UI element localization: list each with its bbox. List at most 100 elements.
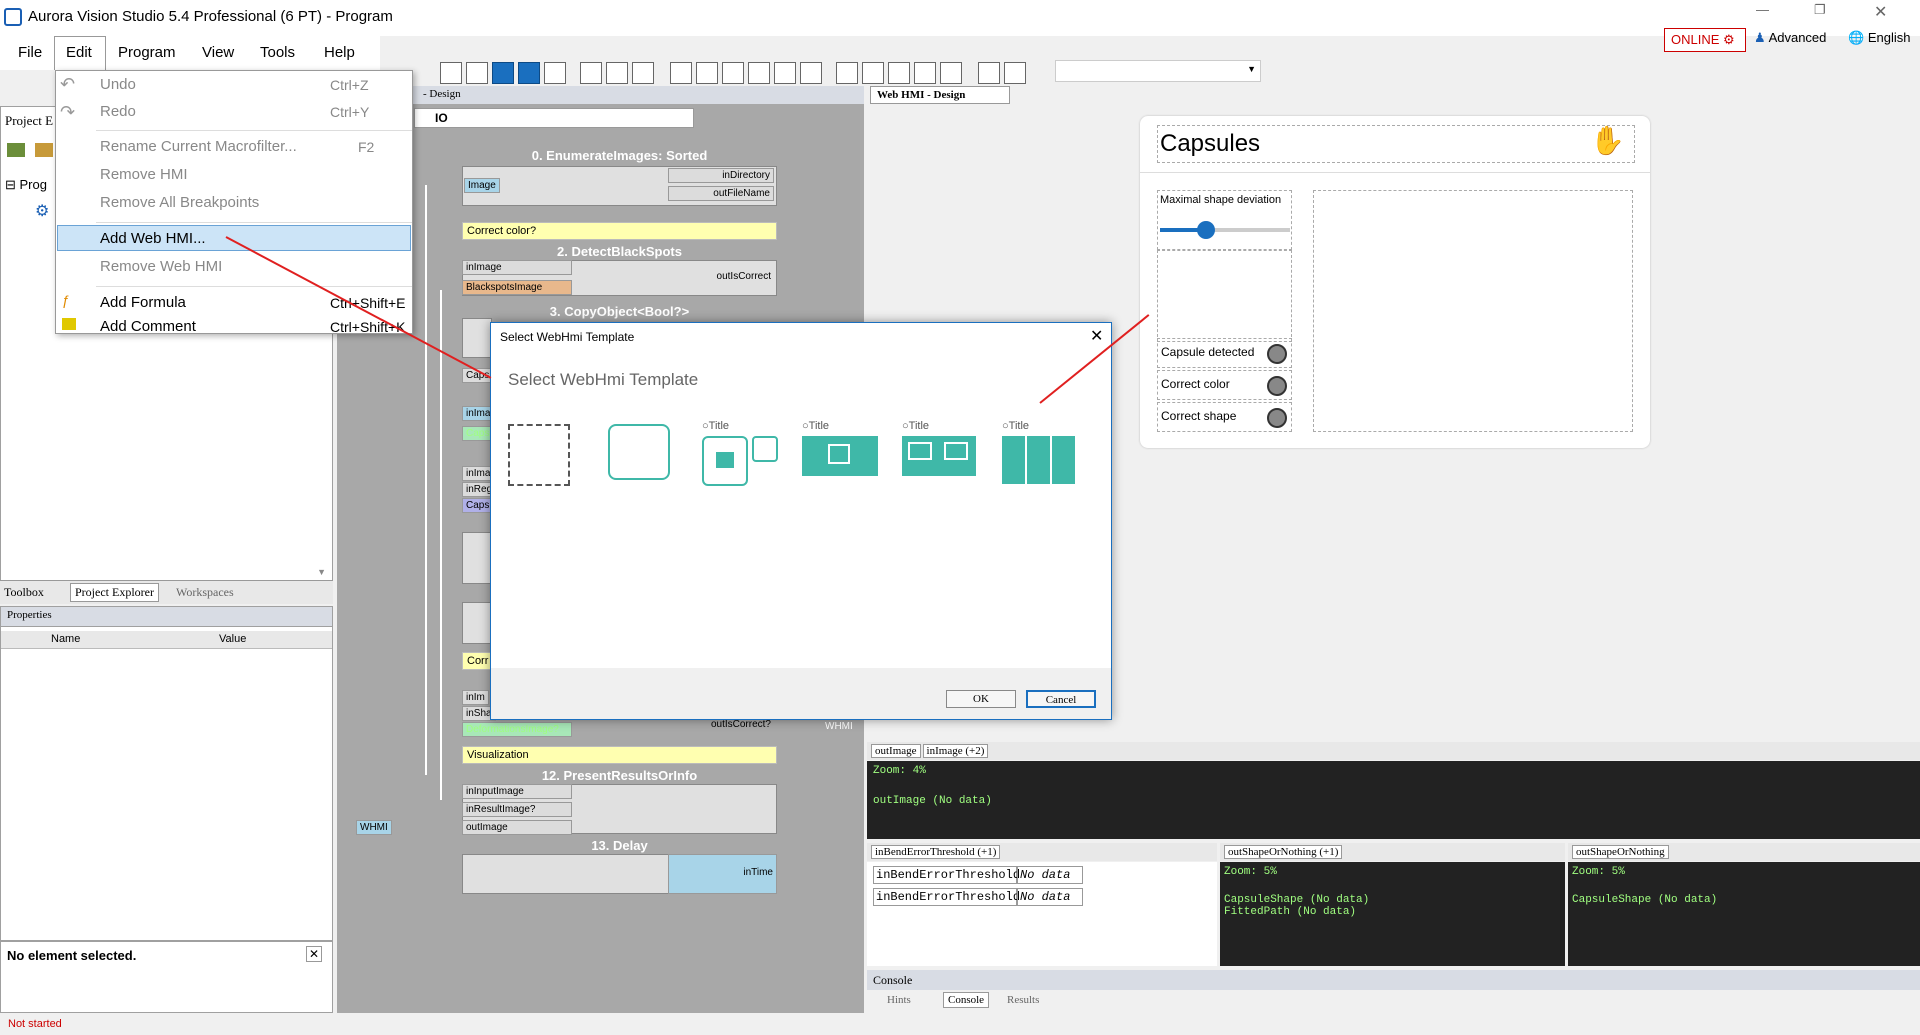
toolbar-combo[interactable]: ▼ — [1055, 60, 1261, 82]
port-outfilename[interactable]: outFileName — [668, 186, 774, 201]
folder-icon[interactable] — [35, 143, 53, 157]
template-small-box[interactable] — [752, 436, 778, 462]
node-y[interactable] — [462, 602, 492, 644]
menu-edit[interactable]: Edit — [66, 44, 92, 61]
template-title-2[interactable]: ○Title — [802, 420, 829, 432]
view2-icon[interactable] — [862, 62, 884, 84]
slider-thumb[interactable] — [1196, 221, 1215, 239]
template-title-3[interactable]: ○Title — [902, 420, 929, 432]
tab-workspaces[interactable]: Workspaces — [176, 585, 234, 600]
viewer1[interactable]: Zoom: 4% outImage (No data) — [867, 761, 1920, 839]
template-title-1[interactable]: ○Title — [702, 420, 729, 432]
step-out-icon[interactable] — [544, 62, 566, 84]
ok-button[interactable]: OK — [946, 690, 1016, 708]
help-icon[interactable] — [1004, 62, 1026, 84]
port-blackspots[interactable]: BlackspotsImage — [462, 280, 572, 295]
port-inimage[interactable]: inImage — [462, 260, 572, 275]
cancel-button[interactable]: Cancel — [1026, 690, 1096, 708]
node-x[interactable] — [462, 532, 492, 584]
tab-outshape1[interactable]: outShapeOrNothing (+1) — [1224, 845, 1343, 859]
comment-corr[interactable]: Corr — [462, 652, 492, 670]
port-whmi2[interactable]: WHMI — [356, 820, 392, 835]
menu-redo[interactable]: Redo — [100, 103, 136, 120]
shape-deviation-slider[interactable] — [1160, 221, 1290, 239]
template-title-4[interactable]: ○Title — [1002, 420, 1029, 432]
layout2-icon[interactable] — [696, 62, 718, 84]
stats-icon[interactable] — [632, 62, 654, 84]
node-2-title[interactable]: 2. DetectBlackSpots — [462, 244, 777, 259]
tab-outshape2[interactable]: outShapeOrNothing — [1572, 845, 1669, 859]
tab-inbend[interactable]: inBendErrorThreshold (+1) — [871, 845, 1001, 859]
mail-icon[interactable] — [978, 62, 1000, 84]
port-image[interactable]: Image — [464, 178, 500, 193]
close-icon[interactable]: ✕ — [1874, 2, 1887, 22]
template-image-title[interactable] — [702, 436, 748, 486]
menu-add-web-hmi[interactable]: Add Web HMI... — [100, 230, 206, 247]
tab-console[interactable]: Console — [943, 992, 990, 1008]
port-outiscorrect[interactable]: outIsCorrect — [668, 270, 774, 283]
tab-outimage[interactable]: outImage — [871, 744, 921, 758]
port-inresultimage[interactable]: inResultImage? — [462, 802, 572, 817]
port-indirectory[interactable]: inDirectory — [668, 168, 774, 183]
layout3-icon[interactable] — [722, 62, 744, 84]
layout6-icon[interactable] — [800, 62, 822, 84]
step-back-icon[interactable] — [440, 62, 462, 84]
node-12-title[interactable]: 12. PresentResultsOrInfo — [462, 768, 777, 783]
template-three-col[interactable] — [802, 436, 878, 476]
comment-correct-color[interactable]: Correct color? — [462, 222, 777, 240]
online-button[interactable]: ONLINE ⚙ — [1664, 28, 1746, 52]
menu-view[interactable]: View — [202, 44, 234, 61]
step-icon[interactable] — [466, 62, 488, 84]
node-3-title[interactable]: 3. CopyObject<Bool?> — [462, 304, 777, 319]
hmi-title[interactable]: Capsules — [1157, 125, 1635, 163]
tab-web-hmi-design[interactable]: Web HMI - Design — [870, 86, 1010, 104]
port-ininputimage[interactable]: inInputImage — [462, 784, 572, 799]
template-empty[interactable] — [508, 424, 570, 486]
menu-program[interactable]: Program — [118, 44, 176, 61]
wrench-icon[interactable] — [580, 62, 602, 84]
port-intime[interactable]: inTime — [668, 854, 777, 894]
menu-help[interactable]: Help — [324, 44, 355, 61]
tab-project-explorer[interactable]: Project Explorer — [70, 583, 159, 602]
close-info-icon[interactable]: ✕ — [306, 946, 322, 962]
tools-icon[interactable] — [606, 62, 628, 84]
template-grid[interactable] — [1002, 436, 1076, 484]
port-outimage[interactable]: outImage — [462, 820, 572, 835]
node-0-title[interactable]: 0. EnumerateImages: Sorted — [462, 148, 777, 163]
tab-inimage[interactable]: inImage (+2) — [922, 744, 989, 758]
tab-results[interactable]: Results — [1007, 994, 1039, 1006]
menu-rename[interactable]: Rename Current Macrofilter... — [100, 138, 297, 155]
view4-icon[interactable] — [914, 62, 936, 84]
add-icon[interactable] — [7, 143, 25, 157]
layout4-icon[interactable] — [748, 62, 770, 84]
advanced-button[interactable]: ♟ Advanced — [1754, 30, 1826, 46]
viewer3[interactable]: Zoom: 5% CapsuleShape (No data) FittedPa… — [1220, 862, 1565, 966]
step-over-icon[interactable] — [518, 62, 540, 84]
program-item[interactable]: ⊟ Prog — [5, 177, 47, 193]
template-panel[interactable] — [608, 424, 670, 480]
hmi-icon[interactable] — [940, 62, 962, 84]
scroll-down-icon[interactable]: ▼ — [317, 567, 326, 577]
comment-visualization[interactable]: Visualization — [462, 746, 777, 764]
tab-toolbox[interactable]: Toolbox — [4, 585, 44, 600]
dialog-close-icon[interactable]: ✕ — [1090, 326, 1103, 346]
view3-icon[interactable] — [888, 62, 910, 84]
minimize-icon[interactable]: — — [1756, 2, 1769, 17]
menu-add-formula[interactable]: Add Formula — [100, 294, 186, 311]
port-deformations[interactable]: DeformationsImage? — [462, 722, 572, 737]
menu-add-comment[interactable]: Add Comment — [100, 318, 196, 335]
menu-remove-hmi[interactable]: Remove HMI — [100, 166, 188, 183]
port-capt[interactable]: Caps — [462, 426, 494, 441]
viewer4[interactable]: Zoom: 5% CapsuleShape (No data) — [1568, 862, 1920, 966]
port-capsv[interactable]: Caps — [462, 498, 494, 513]
layout5-icon[interactable] — [774, 62, 796, 84]
menu-remove-web-hmi[interactable]: Remove Web HMI — [100, 258, 222, 275]
restore-icon[interactable]: ❐ — [1814, 2, 1826, 18]
node-13-title[interactable]: 13. Delay — [462, 838, 777, 853]
menu-tools[interactable]: Tools — [260, 44, 295, 61]
language-button[interactable]: 🌐 English — [1848, 30, 1910, 46]
menu-remove-breakpoints[interactable]: Remove All Breakpoints — [100, 194, 259, 211]
program-search-input[interactable]: IO — [414, 108, 694, 128]
port-whmi[interactable]: WHMI — [822, 720, 856, 733]
step-into-icon[interactable] — [492, 62, 514, 84]
